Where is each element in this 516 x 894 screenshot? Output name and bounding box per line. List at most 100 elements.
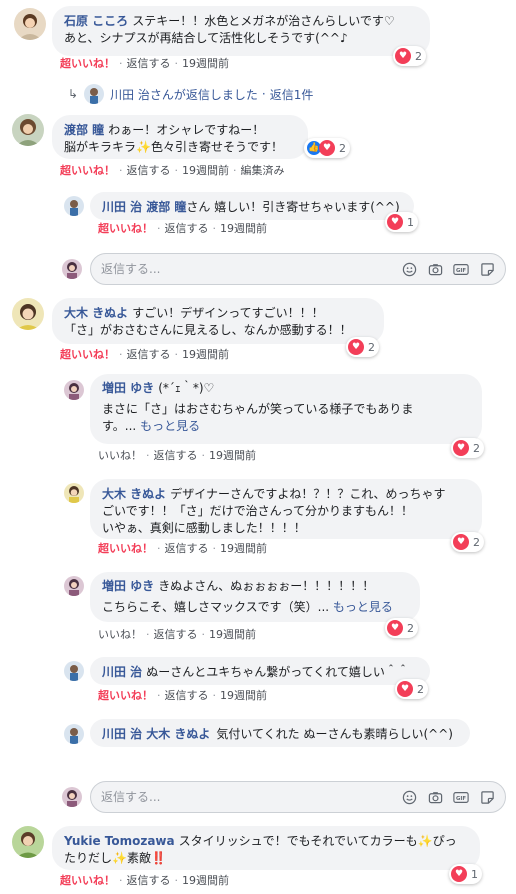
- reply-button[interactable]: 返信する: [127, 164, 171, 177]
- sticker-icon[interactable]: [479, 261, 495, 277]
- avatar[interactable]: [64, 724, 84, 744]
- reply-bubble: 増田 ゆき きぬよさん、ぬぉぉぉぉー！！！！！！ こちらこそ、嬉しさマックスです（…: [90, 572, 420, 622]
- commenter-name[interactable]: 川田 治: [102, 200, 142, 214]
- reaction-count[interactable]: ♥ 2: [451, 438, 484, 458]
- comment-text: 「さ」がおさむさんに見えるし、なんか感動する！！: [64, 323, 352, 337]
- comment-text: 気付いてくれた ぬーさんも素晴らしい(^^): [216, 727, 453, 741]
- heart-icon: ♥: [451, 866, 467, 882]
- reaction-count[interactable]: ♥ 2: [395, 679, 428, 699]
- reaction-count[interactable]: ♥ 2: [393, 46, 426, 66]
- sticker-icon[interactable]: [479, 789, 495, 805]
- reply-button[interactable]: 返信する: [165, 222, 209, 235]
- reaction-count[interactable]: ♥ 1: [385, 212, 418, 232]
- svg-text:GIF: GIF: [456, 268, 466, 274]
- avatar[interactable]: [64, 661, 84, 681]
- like-button[interactable]: いいね！: [98, 628, 142, 641]
- commenter-name[interactable]: 渡部 瞳: [64, 123, 104, 137]
- avatar[interactable]: [12, 298, 44, 330]
- reply-input[interactable]: [101, 790, 401, 804]
- reply-bubble: 増田 ゆき (*´ｪ｀*)♡ まさに「さ」はおさむちゃんが笑っている様子でもありま…: [90, 374, 482, 444]
- avatar[interactable]: [12, 114, 44, 146]
- emoji-icon[interactable]: [401, 261, 417, 277]
- timestamp[interactable]: 19週間前: [220, 542, 267, 555]
- reply-button[interactable]: 返信する: [127, 57, 171, 70]
- camera-icon[interactable]: [427, 789, 443, 805]
- super-like-button[interactable]: 超いいね！: [98, 689, 153, 702]
- replier-name[interactable]: 川田 治: [110, 86, 150, 103]
- comment-text: ごいです！！「さ」だけで治さんって分かりますもん！！: [102, 504, 414, 518]
- timestamp[interactable]: 19週間前: [220, 689, 267, 702]
- avatar[interactable]: [12, 826, 44, 858]
- commenter-name[interactable]: 川田 治: [102, 727, 142, 741]
- comment-text: す。...: [102, 419, 137, 433]
- commenter-name[interactable]: 大木 きぬよ: [102, 487, 166, 501]
- comment-bubble: Yukie Tomozawa スタイリッシュで！でもそれでいてカラーも✨ぴっ たり…: [52, 826, 480, 870]
- commenter-name[interactable]: 大木 きぬよ: [64, 306, 128, 320]
- comment-text: たりだし✨素敵‼️: [64, 851, 166, 865]
- super-like-button[interactable]: 超いいね！: [60, 164, 115, 177]
- timestamp[interactable]: 19週間前: [182, 164, 229, 177]
- reply-input-box[interactable]: GIF: [90, 781, 506, 813]
- avatar[interactable]: [64, 196, 84, 216]
- commenter-name[interactable]: 増田 ゆき: [102, 579, 154, 593]
- emoji-icon[interactable]: [401, 789, 417, 805]
- gif-icon[interactable]: GIF: [453, 261, 469, 277]
- reply-bubble: 大木 きぬよ デザイナーさんですよね！？！？これ、めっちゃす ごいです！！「さ」だ…: [90, 479, 482, 539]
- reaction-count[interactable]: ♥ 1: [449, 864, 482, 884]
- commenter-name[interactable]: Yukie Tomozawa: [64, 834, 175, 848]
- timestamp[interactable]: 19週間前: [209, 628, 256, 641]
- timestamp[interactable]: 19週間前: [220, 222, 267, 235]
- reply-actions: 超いいね！ · 返信する · 19週間前: [98, 689, 267, 702]
- comment-text: こちらこそ、嬉しさマックスです（笑）...: [102, 600, 330, 614]
- commenter-name[interactable]: 石原 こころ: [64, 14, 128, 28]
- timestamp[interactable]: 19週間前: [182, 57, 229, 70]
- comment-text: ステキー！！水色とメガネが治さんらしいです♡: [132, 14, 395, 28]
- heart-icon: ♥: [319, 140, 335, 156]
- mention-link[interactable]: 大木 きぬよ: [146, 727, 210, 741]
- timestamp[interactable]: 19週間前: [209, 449, 256, 462]
- commenter-name[interactable]: 川田 治: [102, 665, 142, 679]
- see-more-link[interactable]: もっと見る: [333, 600, 393, 614]
- heart-icon: ♥: [453, 440, 469, 456]
- reply-button[interactable]: 返信する: [127, 874, 171, 887]
- reaction-count[interactable]: 👍 ♥ 2: [304, 138, 350, 158]
- super-like-button[interactable]: 超いいね！: [60, 874, 115, 887]
- timestamp[interactable]: 19週間前: [182, 874, 229, 887]
- reply-button[interactable]: 返信する: [154, 628, 198, 641]
- edited-label[interactable]: 編集済み: [241, 164, 285, 177]
- reaction-count[interactable]: ♥ 2: [346, 337, 379, 357]
- reply-button[interactable]: 返信する: [127, 348, 171, 361]
- avatar[interactable]: [64, 576, 84, 596]
- timestamp[interactable]: 19週間前: [182, 348, 229, 361]
- super-like-button[interactable]: 超いいね！: [98, 222, 153, 235]
- reply-button[interactable]: 返信する: [154, 449, 198, 462]
- avatar[interactable]: [64, 483, 84, 503]
- reply-button[interactable]: 返信する: [165, 542, 209, 555]
- comment-text: デザイナーさんですよね！？！？これ、めっちゃす: [170, 487, 446, 501]
- super-like-button[interactable]: 超いいね！: [98, 542, 153, 555]
- comment-bubble: 渡部 瞳わぁー！オシャレですねー！ 脳がキラキラ✨色々引き寄せそうです！: [52, 115, 308, 159]
- reaction-count[interactable]: ♥ 2: [451, 532, 484, 552]
- gif-icon[interactable]: GIF: [453, 789, 469, 805]
- avatar[interactable]: [14, 8, 46, 40]
- avatar[interactable]: [64, 380, 84, 400]
- see-more-link[interactable]: もっと見る: [140, 419, 200, 433]
- comment-text: きぬよさん、ぬぉぉぉぉー！！！！！！: [158, 579, 375, 593]
- mention-link[interactable]: 渡部 瞳: [146, 200, 186, 214]
- super-like-button[interactable]: 超いいね！: [60, 348, 115, 361]
- view-replies-link[interactable]: ↳ 川田 治さんが返信しました · 返信1件: [68, 84, 313, 104]
- reply-input-box[interactable]: GIF: [90, 253, 506, 285]
- comment-text: スタイリッシュで！でもそれでいてカラーも✨ぴっ: [178, 834, 457, 848]
- like-button[interactable]: いいね！: [98, 449, 142, 462]
- reply-button[interactable]: 返信する: [165, 689, 209, 702]
- camera-icon[interactable]: [427, 261, 443, 277]
- reply-count[interactable]: 返信1件: [270, 86, 314, 103]
- comment-actions: 超いいね！ · 返信する · 19週間前 · 編集済み: [60, 164, 285, 177]
- reaction-count[interactable]: ♥ 2: [385, 618, 418, 638]
- svg-text:GIF: GIF: [456, 796, 466, 802]
- commenter-name[interactable]: 増田 ゆき: [102, 381, 154, 395]
- super-like-button[interactable]: 超いいね！: [60, 57, 115, 70]
- reply-input[interactable]: [101, 262, 401, 276]
- comment-text: いやぁ、真剣に感動しました！！！！: [102, 521, 306, 535]
- comment-actions: 超いいね！ · 返信する · 19週間前: [60, 57, 229, 70]
